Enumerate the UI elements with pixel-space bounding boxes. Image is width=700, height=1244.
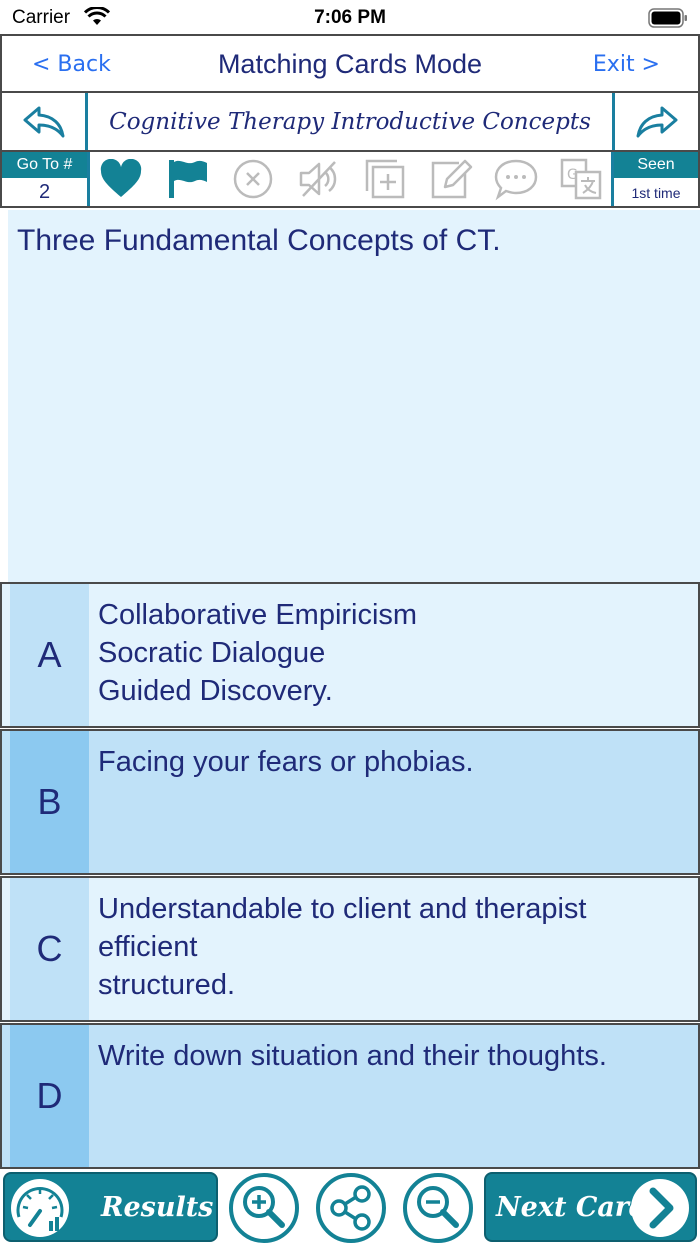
- close-circle-icon[interactable]: [230, 156, 276, 202]
- status-bar: Carrier 7:06 PM: [0, 0, 700, 34]
- add-card-icon[interactable]: [362, 156, 408, 202]
- mute-icon[interactable]: [296, 156, 342, 202]
- battery-icon: [648, 8, 688, 33]
- speedometer-icon: [11, 1179, 69, 1237]
- deck-bar: Cognitive Therapy Introductive Concepts: [0, 93, 700, 152]
- answer-text: Understandable to client and therapist e…: [98, 893, 587, 1001]
- share-button[interactable]: [315, 1172, 387, 1244]
- next-deck-button[interactable]: [612, 93, 698, 150]
- card-toolbar: Go To # 2 G Seen 1st time: [0, 152, 700, 208]
- seen-label: Seen: [614, 152, 698, 178]
- zoom-out-icon: [403, 1173, 473, 1243]
- svg-text:G: G: [567, 167, 578, 183]
- seen-indicator: Seen 1st time: [611, 152, 698, 206]
- translate-icon[interactable]: G: [558, 156, 604, 202]
- goto-number[interactable]: 2: [2, 178, 87, 206]
- question-card: Three Fundamental Concepts of CT.: [8, 210, 700, 582]
- answer-option-a[interactable]: A Collaborative Empiricism Socratic Dial…: [0, 582, 700, 728]
- answer-option-d[interactable]: D Write down situation and their thought…: [0, 1023, 700, 1169]
- chevron-right-icon: [631, 1179, 689, 1237]
- answer-letter: A: [10, 584, 89, 726]
- answer-text: Facing your fears or phobias.: [98, 746, 474, 778]
- answer-text: Write down situation and their thoughts.: [98, 1040, 607, 1072]
- clock: 7:06 PM: [314, 7, 386, 28]
- answer-letter: D: [10, 1025, 89, 1167]
- zoom-in-button[interactable]: [228, 1172, 300, 1244]
- zoom-out-button[interactable]: [402, 1172, 474, 1244]
- answer-option-c[interactable]: C Understandable to client and therapist…: [0, 876, 700, 1022]
- zoom-in-icon: [229, 1173, 299, 1243]
- exit-button[interactable]: Exit >: [593, 52, 660, 77]
- goto-label: Go To #: [2, 152, 87, 178]
- seen-value: 1st time: [631, 185, 681, 201]
- question-text: Three Fundamental Concepts of CT.: [17, 224, 501, 257]
- flag-icon[interactable]: [164, 156, 210, 202]
- share-icon: [316, 1173, 386, 1243]
- goto-control[interactable]: Go To # 2: [2, 152, 90, 206]
- answer-option-b[interactable]: B Facing your fears or phobias.: [0, 729, 700, 875]
- results-label: Results: [101, 1192, 214, 1223]
- answer-letter: B: [10, 731, 89, 873]
- deck-title: Cognitive Therapy Introductive Concepts: [109, 109, 591, 135]
- comment-icon[interactable]: [494, 156, 540, 202]
- answer-letter: C: [10, 878, 89, 1020]
- edit-icon[interactable]: [428, 156, 474, 202]
- share-back-icon: [23, 106, 64, 137]
- previous-deck-button[interactable]: [2, 93, 88, 150]
- share-forward-icon: [636, 106, 677, 137]
- heart-icon[interactable]: [98, 156, 144, 202]
- next-card-label: Next Card: [496, 1192, 648, 1223]
- results-button[interactable]: Results: [3, 1172, 218, 1242]
- answer-text: Collaborative Empiricism Socratic Dialog…: [98, 599, 418, 707]
- nav-bar: < Back Matching Cards Mode Exit >: [0, 34, 700, 93]
- bottom-bar: Results Next Card: [0, 1170, 700, 1244]
- next-card-button[interactable]: Next Card: [484, 1172, 697, 1242]
